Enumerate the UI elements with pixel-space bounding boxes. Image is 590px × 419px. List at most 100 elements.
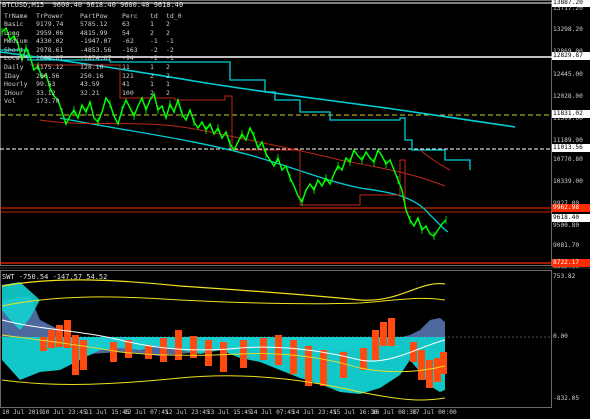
indicator-axis-label: 753.82: [553, 273, 576, 280]
legend-cell: 2: [166, 88, 170, 97]
indicator-panel: [0, 279, 552, 401]
legend-cell: 2959.06: [36, 28, 64, 37]
legend-cell: -1: [166, 54, 174, 63]
legend-cell: 33.12: [36, 88, 56, 97]
price-axis-label: 12028.00: [553, 93, 583, 100]
time-axis-label: 12 Jul 23:45: [165, 409, 210, 416]
indicator-bar: [372, 330, 379, 360]
indicator-bar: [440, 352, 447, 374]
legend-cell: -1: [150, 37, 158, 46]
legend-cell: -1947.07: [80, 37, 112, 46]
indicator-bar: [205, 340, 212, 366]
price-tag: 8722.17: [552, 259, 590, 267]
legend-cell: Vol: [4, 97, 16, 106]
time-axis-label: 17 Jul 00:00: [412, 409, 457, 416]
legend-cell: Basic: [4, 20, 24, 28]
price-axis-label: 11189.90: [553, 137, 583, 144]
price-axis-label: 9081.70: [553, 242, 580, 249]
indicator-bar: [190, 336, 197, 358]
time-axis-label: 14 Jul 23:45: [292, 409, 337, 416]
legend-cell: IHour: [4, 88, 24, 97]
legend-cell: 173.70: [36, 97, 60, 106]
indicator-bar: [388, 318, 395, 346]
legend-header-cell: PartPow: [80, 12, 108, 20]
legend-cell: 11: [122, 63, 130, 71]
legend-cell: -2: [166, 45, 174, 54]
legend-cell: Long: [4, 28, 20, 37]
time-axis-label: 14 Jul 07:45: [250, 409, 295, 416]
legend-cell: -163: [122, 45, 138, 54]
legend-cell: 32.21: [80, 88, 100, 97]
chart-title: BTCUSD,M15 9600.40 9618.40 9600.40 9618.…: [2, 1, 184, 9]
time-axis-label: 13 Jul 15:45: [207, 409, 252, 416]
indicator-bar: [305, 346, 312, 386]
indicator-bar: [290, 340, 297, 374]
price-tag: 12829.87: [552, 52, 590, 60]
price-tag: 9962.98: [552, 204, 590, 212]
indicator-outer-band: [1, 279, 446, 301]
price-axis-label: 9500.80: [553, 222, 580, 229]
time-axis-label: 15 Jul 16:30: [333, 409, 378, 416]
indicator-bar: [40, 337, 47, 351]
legend-cell: Daily: [4, 63, 24, 71]
legend-cell: 5785.12: [80, 20, 108, 28]
indicator-bar: [56, 325, 63, 347]
legend-header-cell: Perc: [122, 12, 138, 20]
legend-cell: -1874.07: [80, 54, 112, 63]
legend-cell: 2: [166, 20, 170, 28]
time-axis-label: 10 Jul 2019: [2, 409, 43, 416]
legend-header-cell: TrPower: [36, 12, 64, 20]
legend-header-cell: td_0: [166, 12, 182, 20]
legend-cell: Hourly: [4, 80, 28, 89]
indicator-bar: [320, 350, 327, 386]
chart-window[interactable]: BTCUSD,M15 9600.40 9618.40 9600.40 9618.…: [0, 0, 590, 419]
legend-cell: 2: [150, 71, 154, 80]
time-axis-label: 11 Jul 15:45: [85, 409, 130, 416]
legend-cell: -1: [166, 37, 174, 46]
legend-cell: 9179.74: [36, 20, 64, 28]
indicator-bar: [48, 330, 55, 348]
price-candles: [1, 26, 447, 237]
indicator-bar: [418, 350, 425, 380]
indicator-upper-band: [1, 296, 446, 307]
price-axis-label: 12445.00: [553, 71, 583, 78]
legend-cell: 2: [150, 28, 154, 37]
legend-cell: 121: [122, 71, 134, 80]
legend-cell: -62: [122, 37, 134, 46]
price-tag: 9618.40: [552, 214, 590, 222]
legend-cell: 1: [150, 20, 154, 28]
legend-header-cell: TrName: [4, 12, 28, 20]
indicator-bar: [80, 340, 87, 370]
legend-cell: 2: [150, 88, 154, 97]
legend-cell: IDay: [4, 71, 20, 80]
legend-cell: 100: [122, 88, 134, 97]
legend-cell: Medium: [4, 37, 28, 46]
price-axis-label: 13298.20: [553, 26, 583, 33]
legend-cell: 1175.12: [36, 63, 64, 71]
legend-cell: 4330.02: [36, 37, 64, 46]
indicator-bar: [275, 335, 282, 365]
price-tag: 13887.20: [552, 0, 590, 7]
indicator-bar: [220, 342, 227, 372]
indicator-axis-label: 0.00: [553, 333, 568, 340]
indicator-bar: [110, 342, 117, 362]
legend-cell: 2: [166, 63, 170, 71]
price-axis-label: 10770.80: [553, 156, 583, 163]
indicator-bar: [260, 338, 267, 360]
indicator-bar: [426, 360, 433, 388]
legend-header-cell: td: [150, 12, 158, 20]
legend-cell: 250.16: [80, 71, 104, 80]
legend-cell: 54: [122, 28, 130, 37]
legend-cell: 128.10: [80, 63, 104, 71]
legend-cell: Local: [4, 54, 24, 63]
indicator-bar: [145, 345, 152, 359]
indicator-bar: [380, 322, 387, 346]
indicator-bar: [160, 338, 167, 362]
legend-cell: 4815.99: [80, 28, 108, 37]
legend-cell: -2: [150, 45, 158, 54]
indicator-bar: [360, 348, 367, 370]
legend-cell: 43.59: [80, 80, 100, 89]
indicator-title: SWT -750.54 -147.57 54.52: [2, 273, 108, 281]
legend-cell: Short: [4, 45, 24, 54]
price-tag: 11831.02: [552, 110, 590, 118]
